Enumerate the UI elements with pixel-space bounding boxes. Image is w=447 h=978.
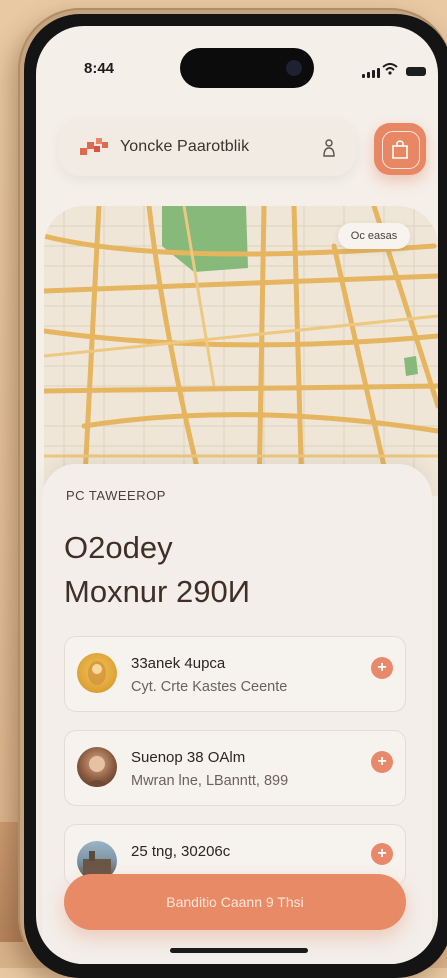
home-indicator [170,948,308,953]
phone-bezel: 8:44 Yoncke Paarotblik Oc easas PC TAWEE… [24,14,447,978]
add-icon[interactable]: + [371,657,393,679]
battery-icon [406,67,426,76]
phone-frame: 8:44 Yoncke Paarotblik Oc easas PC TAWEE… [18,8,447,978]
list-item-title: 25 tng, 30206c [131,843,231,860]
page-title-line-2: Moxnur 290И [64,574,250,609]
page-title-line-1: O2odey [64,530,173,565]
cart-button[interactable] [374,123,426,175]
map-roads [44,206,438,496]
map-layer-label[interactable]: Oc easas [338,223,410,249]
bag-icon [392,140,408,159]
search-header[interactable]: Yoncke Paarotblik [58,118,356,176]
person-icon[interactable] [322,136,336,158]
list-item-subtitle: Mwran lne, LBanntt, 899 [131,773,289,789]
list-item-title: Suenop 38 OAlm [131,749,246,766]
front-camera [286,60,302,76]
status-time: 8:44 [84,60,115,77]
wifi-icon [382,62,398,78]
status-bar: 8:44 [36,26,438,88]
dynamic-island [180,48,314,88]
add-icon[interactable]: + [371,843,393,865]
list-item-subtitle: Cyt. Crte Kastes Ceente [131,679,288,695]
add-icon[interactable]: + [371,751,393,773]
avatar [77,653,117,693]
brand-logo-icon [80,138,108,155]
app-screen: 8:44 Yoncke Paarotblik Oc easas PC TAWEE… [36,26,438,964]
list-item[interactable]: Suenop 38 OAlm Mwran lne, LBanntt, 899 + [64,730,406,806]
section-eyebrow: PC TAWEEROP [66,488,166,503]
list-item-title: 33anek 4upca [131,655,226,672]
primary-action-button[interactable]: Banditio Caann 9 Thsi [64,874,406,930]
avatar [77,747,117,787]
signal-icon [362,68,380,78]
header-title: Yoncke Paarotblik [120,138,250,155]
page-title: O2odey Moxnur 290И [64,526,394,614]
city-map[interactable] [44,206,438,496]
list-item[interactable]: 33anek 4upca Cyt. Crte Kastes Ceente + [64,636,406,712]
